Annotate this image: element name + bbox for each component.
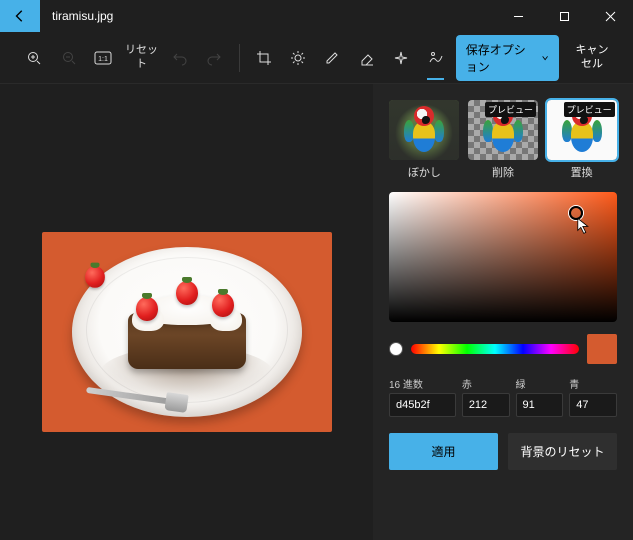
zoom-in-icon[interactable] <box>20 40 48 76</box>
preview-tag: プレビュー <box>485 102 536 117</box>
undo-icon[interactable] <box>166 40 194 76</box>
redo-icon[interactable] <box>200 40 228 76</box>
toolbar-separator <box>239 44 240 72</box>
apply-button[interactable]: 適用 <box>389 433 498 470</box>
zoom-out-icon[interactable] <box>54 40 82 76</box>
hue-slider[interactable] <box>411 344 579 354</box>
back-button[interactable] <box>0 0 40 32</box>
color-sv-picker[interactable] <box>389 192 617 322</box>
image-canvas[interactable] <box>42 232 332 432</box>
color-values-row: 16 進数 d45b2f 赤 212 緑 91 青 47 <box>389 376 617 417</box>
color-swatch <box>587 334 617 364</box>
cancel-button[interactable]: キャンセル <box>571 40 613 76</box>
hue-row <box>389 334 617 364</box>
save-options-label: 保存オプション <box>466 41 535 75</box>
bg-option-label: 置換 <box>571 164 593 180</box>
bg-option-label: 削除 <box>492 164 514 180</box>
save-options-button[interactable]: 保存オプション <box>456 35 559 81</box>
svg-text:1:1: 1:1 <box>98 56 108 63</box>
filename-label: tiramisu.jpg <box>52 9 113 23</box>
titlebar: tiramisu.jpg <box>0 0 633 32</box>
minimize-button[interactable] <box>495 0 541 32</box>
hue-thumb[interactable] <box>389 342 403 356</box>
maximize-button[interactable] <box>541 0 587 32</box>
background-tool-icon[interactable] <box>421 40 449 76</box>
bg-option-row: ぼかし プレビュー 削除 プレビュー <box>389 100 617 180</box>
window-controls <box>495 0 633 32</box>
brightness-icon[interactable] <box>284 40 312 76</box>
chevron-down-icon <box>541 53 549 63</box>
pen-icon[interactable] <box>318 40 346 76</box>
panel-actions: 適用 背景のリセット <box>389 433 617 470</box>
blue-label: 青 <box>569 376 617 391</box>
workspace: ぼかし プレビュー 削除 プレビュー <box>0 84 633 540</box>
toolbar: 1:1 リセット 保存オプション キャンセル <box>0 32 633 84</box>
bg-option-remove[interactable]: プレビュー 削除 <box>468 100 539 180</box>
red-field[interactable]: 212 <box>462 393 510 417</box>
background-panel: ぼかし プレビュー 削除 プレビュー <box>373 84 633 540</box>
mouse-pointer-icon <box>576 217 590 235</box>
green-field[interactable]: 91 <box>516 393 564 417</box>
close-button[interactable] <box>587 0 633 32</box>
canvas-area[interactable] <box>0 84 373 540</box>
green-label: 緑 <box>516 376 564 391</box>
hex-field[interactable]: d45b2f <box>389 393 456 417</box>
hex-label: 16 進数 <box>389 376 456 391</box>
bg-option-replace[interactable]: プレビュー 置換 <box>546 100 617 180</box>
blue-field[interactable]: 47 <box>569 393 617 417</box>
red-label: 赤 <box>462 376 510 391</box>
reset-button[interactable]: リセット <box>123 40 160 76</box>
preview-tag: プレビュー <box>564 102 615 117</box>
crop-icon[interactable] <box>249 40 277 76</box>
sparkle-icon[interactable] <box>387 40 415 76</box>
reset-background-button[interactable]: 背景のリセット <box>508 433 617 470</box>
subject-plate <box>72 247 302 417</box>
bg-option-label: ぼかし <box>408 164 441 180</box>
bg-option-blur[interactable]: ぼかし <box>389 100 460 180</box>
erase-icon[interactable] <box>353 40 381 76</box>
fit-icon[interactable]: 1:1 <box>89 40 117 76</box>
